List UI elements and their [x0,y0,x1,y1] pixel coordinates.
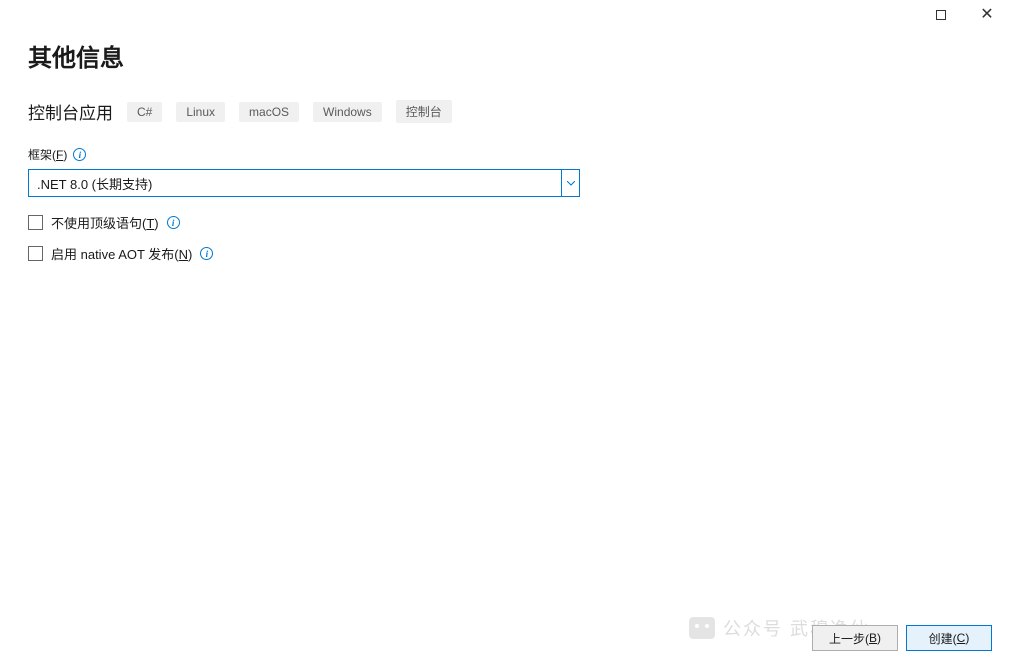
framework-selected-value: .NET 8.0 (长期支持) [29,170,561,196]
native-aot-label: 启用 native AOT 发布(N) [51,244,192,263]
tag-linux: Linux [176,102,225,122]
content-area: 其他信息 控制台应用 C# Linux macOS Windows 控制台 框架… [0,30,1010,263]
page-title: 其他信息 [28,38,982,73]
top-level-checkbox[interactable] [28,215,43,230]
info-icon[interactable]: i [167,216,180,229]
info-icon[interactable]: i [73,148,86,161]
framework-dropdown[interactable]: .NET 8.0 (长期支持) [28,169,580,197]
framework-label: 框架(F) [28,146,67,163]
wechat-icon [689,617,715,639]
top-level-label: 不使用顶级语句(T) [51,213,159,232]
close-button[interactable]: ✕ [964,0,1010,30]
info-icon[interactable]: i [200,247,213,260]
maximize-icon [936,10,946,20]
tag-windows: Windows [313,102,382,122]
native-aot-checkbox[interactable] [28,246,43,261]
chevron-down-icon [561,170,579,196]
project-type-label: 控制台应用 [28,99,113,124]
tag-macos: macOS [239,102,299,122]
maximize-button[interactable] [918,0,964,30]
framework-label-row: 框架(F) i [28,146,982,163]
titlebar: ✕ [0,0,1010,30]
native-aot-row: 启用 native AOT 发布(N) i [28,244,982,263]
footer-buttons: 上一步(B) 创建(C) [812,625,992,651]
back-button[interactable]: 上一步(B) [812,625,898,651]
close-icon: ✕ [980,7,993,23]
tag-console: 控制台 [396,100,452,123]
tag-csharp: C# [127,102,162,122]
create-button[interactable]: 创建(C) [906,625,992,651]
top-level-statements-row: 不使用顶级语句(T) i [28,213,982,232]
subtitle-row: 控制台应用 C# Linux macOS Windows 控制台 [28,99,982,124]
